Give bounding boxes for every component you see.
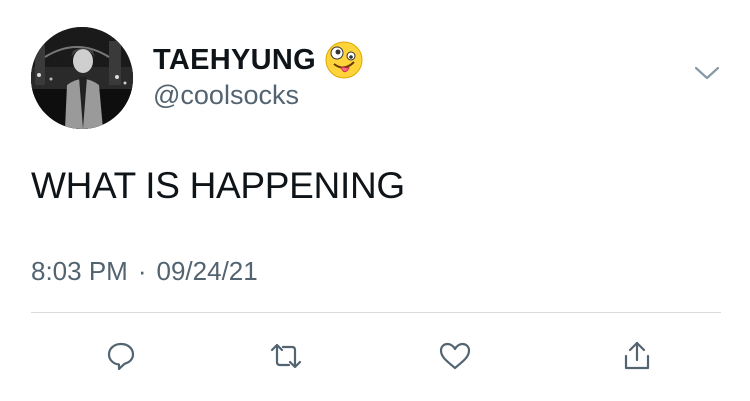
reply-button[interactable] [101,336,141,376]
like-button[interactable] [435,336,475,376]
tweet-time: 8:03 PM [31,256,128,286]
share-button[interactable] [617,336,657,376]
chevron-down-icon[interactable] [692,62,722,84]
action-bar [0,336,750,376]
tweet-text: WHAT IS HAPPENING [31,165,405,206]
heart-icon [439,342,471,370]
author-name-row[interactable]: TAEHYUNG [153,40,364,80]
user-handle[interactable]: @coolsocks [153,80,299,111]
reply-icon [107,342,135,371]
tweet-date: 09/24/21 [156,256,258,286]
tweet-timestamp[interactable]: 8:03 PM · 09/24/21 [31,256,258,287]
tweet-card: TAEHYUNG @coolsocks WHAT IS HAPPENING 8:… [0,0,750,401]
avatar-photo [31,27,133,129]
meta-separator: · [137,256,147,286]
retweet-icon [270,343,302,369]
share-icon [624,341,650,370]
avatar[interactable] [31,27,133,129]
retweet-button[interactable] [266,336,306,376]
divider [31,312,721,313]
display-name[interactable]: TAEHYUNG [153,44,316,77]
zany-face-emoji-icon [325,41,363,79]
